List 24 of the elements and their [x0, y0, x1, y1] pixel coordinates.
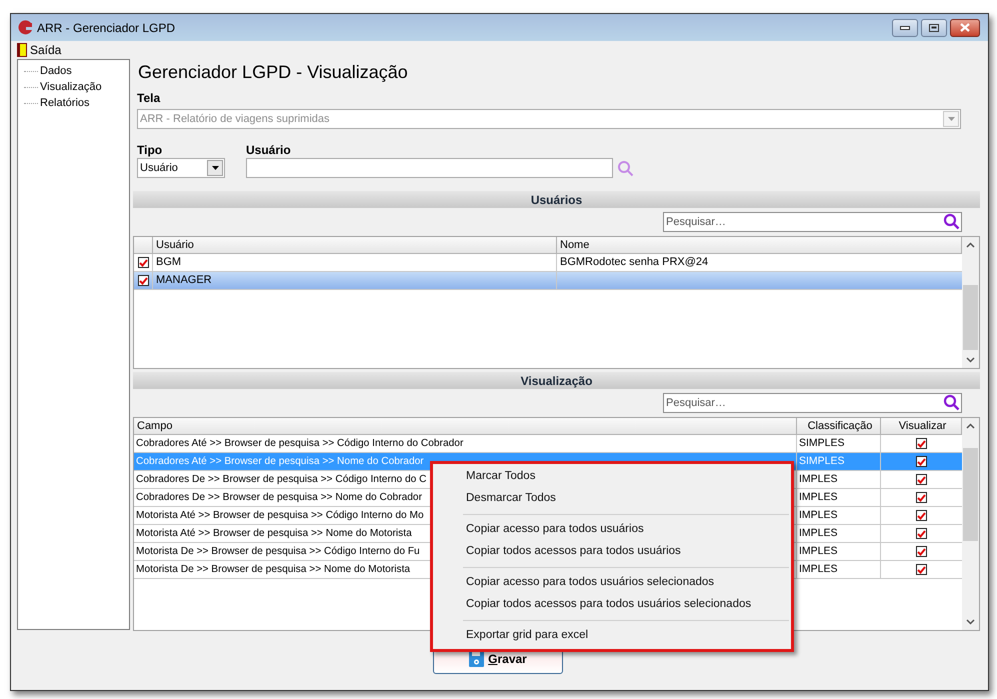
- table-cell: IMPLES: [797, 525, 881, 542]
- table-cell: IMPLES: [797, 561, 881, 578]
- section-title: Usuários: [530, 192, 582, 208]
- section-title: Visualização: [520, 372, 592, 390]
- table-cell: BGM: [153, 254, 557, 271]
- table-cell: IMPLES: [797, 489, 881, 506]
- table-cell-text: BGMRodotec senha PRX@24: [559, 255, 710, 270]
- column-header: Nome: [557, 237, 962, 254]
- usuario-label: Usuário: [246, 142, 292, 157]
- tipo-label: Tipo: [137, 142, 164, 157]
- page-heading: Gerenciador LGPD - Visualização: [137, 60, 409, 84]
- table-cell: Cobradores Até >> Browser de pesquisa >> Código Interno do Cobrador: [134, 435, 797, 452]
- table-cell: IMPLES: [797, 507, 881, 524]
- window-title: ARR - Gerenciador LGPD: [37, 20, 176, 36]
- column-header: Usuário: [153, 237, 557, 254]
- column-header: Campo: [134, 418, 797, 435]
- table-cell: IMPLES: [797, 471, 881, 488]
- table-cell: SIMPLES: [797, 453, 881, 470]
- column-header: Visualizar: [881, 418, 962, 435]
- column-header: Classificação: [797, 418, 881, 435]
- tela-label: Tela: [137, 91, 160, 105]
- table-cell: MANAGER: [153, 272, 557, 289]
- table-cell: IMPLES: [797, 543, 881, 560]
- table-cell: SIMPLES: [797, 435, 881, 452]
